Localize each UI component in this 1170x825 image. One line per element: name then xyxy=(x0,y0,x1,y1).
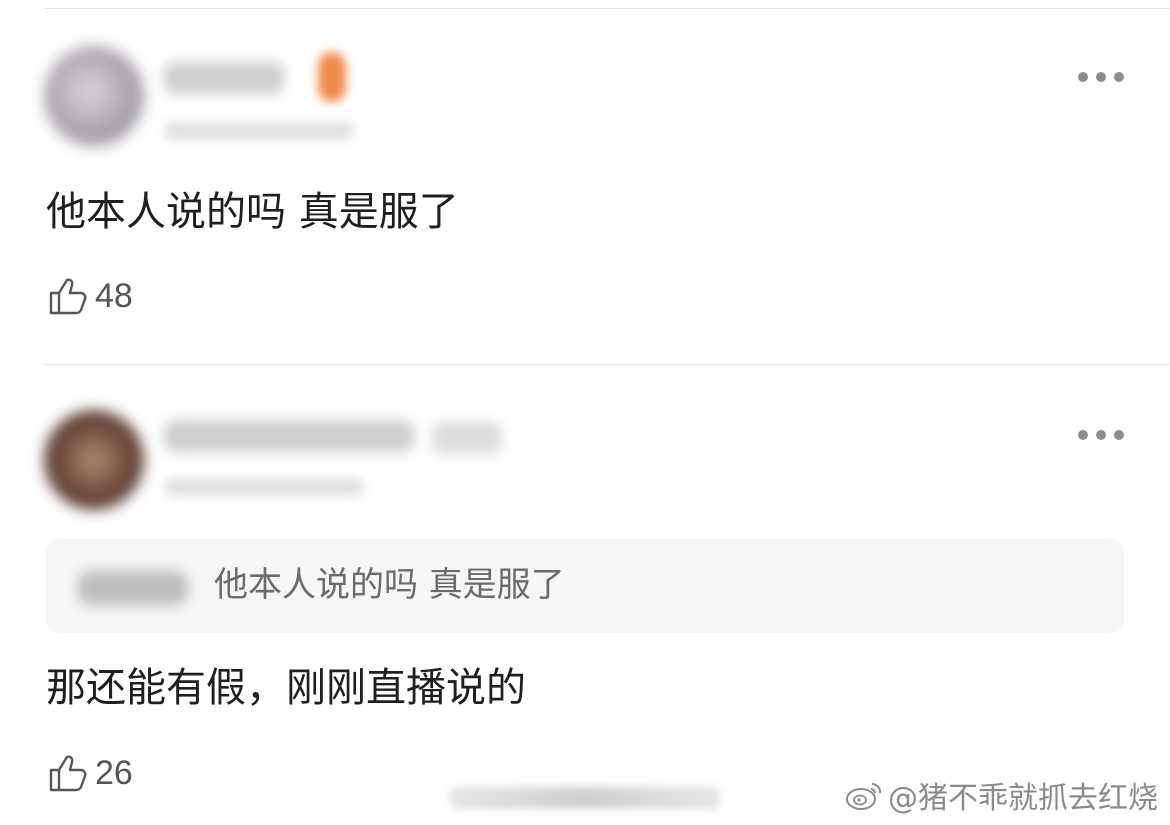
comment-text: 他本人说的吗 真是服了 xyxy=(46,189,459,235)
more-options-button[interactable] xyxy=(1078,70,1124,84)
blurred-text xyxy=(450,787,720,809)
user-badge xyxy=(318,52,346,102)
weibo-icon xyxy=(846,782,882,810)
comment-meta xyxy=(164,478,364,496)
like-count: 48 xyxy=(95,276,133,315)
more-horizontal-icon xyxy=(1078,430,1088,440)
watermark-text: @猪不乖就抓去红烧 xyxy=(888,781,1158,816)
thumbs-up-icon xyxy=(49,755,87,792)
user-tag xyxy=(432,422,502,454)
quoted-username xyxy=(78,571,188,605)
quoted-text: 他本人说的吗 真是服了 xyxy=(214,565,565,605)
like-count: 26 xyxy=(95,753,133,792)
more-options-button[interactable] xyxy=(1078,428,1124,442)
quoted-reply[interactable]: 他本人说的吗 真是服了 xyxy=(46,539,1124,633)
top-divider xyxy=(44,8,1170,9)
more-horizontal-icon xyxy=(1078,72,1088,82)
username[interactable] xyxy=(164,62,284,94)
comment-meta xyxy=(164,122,354,140)
thumbs-up-icon xyxy=(49,278,87,315)
comment-divider xyxy=(44,364,1170,365)
watermark: @猪不乖就抓去红烧 xyxy=(844,773,1158,817)
comment-text: 那还能有假，刚刚直播说的 xyxy=(46,665,526,711)
username[interactable] xyxy=(164,420,414,452)
like-button[interactable]: 26 xyxy=(47,751,133,795)
avatar[interactable] xyxy=(44,46,144,146)
like-button[interactable]: 48 xyxy=(47,274,133,318)
avatar[interactable] xyxy=(44,410,144,510)
